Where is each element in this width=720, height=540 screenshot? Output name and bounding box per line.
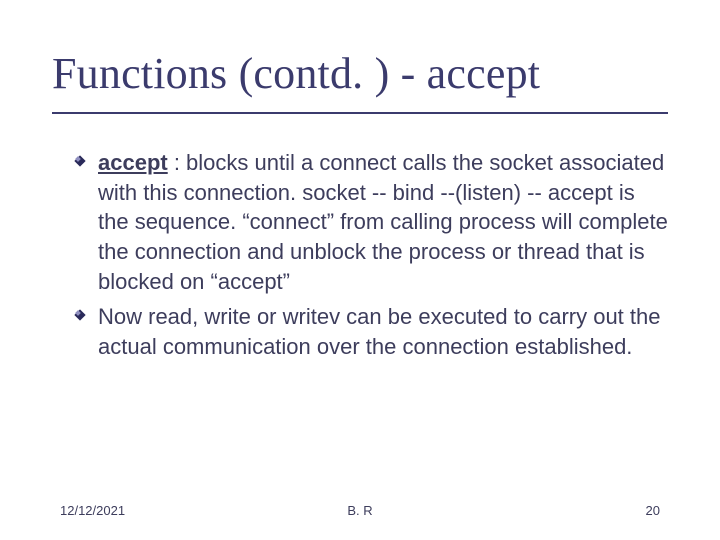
bullet-item: Now read, write or writev can be execute… xyxy=(98,302,668,361)
footer-author: B. R xyxy=(0,503,720,518)
diamond-bullet-icon xyxy=(74,155,86,167)
bullet-text: : blocks until a connect calls the socke… xyxy=(98,150,668,294)
slide: Functions (contd. ) - accept accept : bl… xyxy=(0,0,720,540)
bullet-text: Now read, write or writev can be execute… xyxy=(98,304,660,359)
accept-keyword: accept xyxy=(98,150,168,175)
content-body: accept : blocks until a connect calls th… xyxy=(98,148,668,368)
title-underline xyxy=(52,112,668,114)
footer-page-number: 20 xyxy=(646,503,660,518)
bullet-item: accept : blocks until a connect calls th… xyxy=(98,148,668,296)
slide-title: Functions (contd. ) - accept xyxy=(52,48,672,99)
diamond-bullet-icon xyxy=(74,309,86,321)
